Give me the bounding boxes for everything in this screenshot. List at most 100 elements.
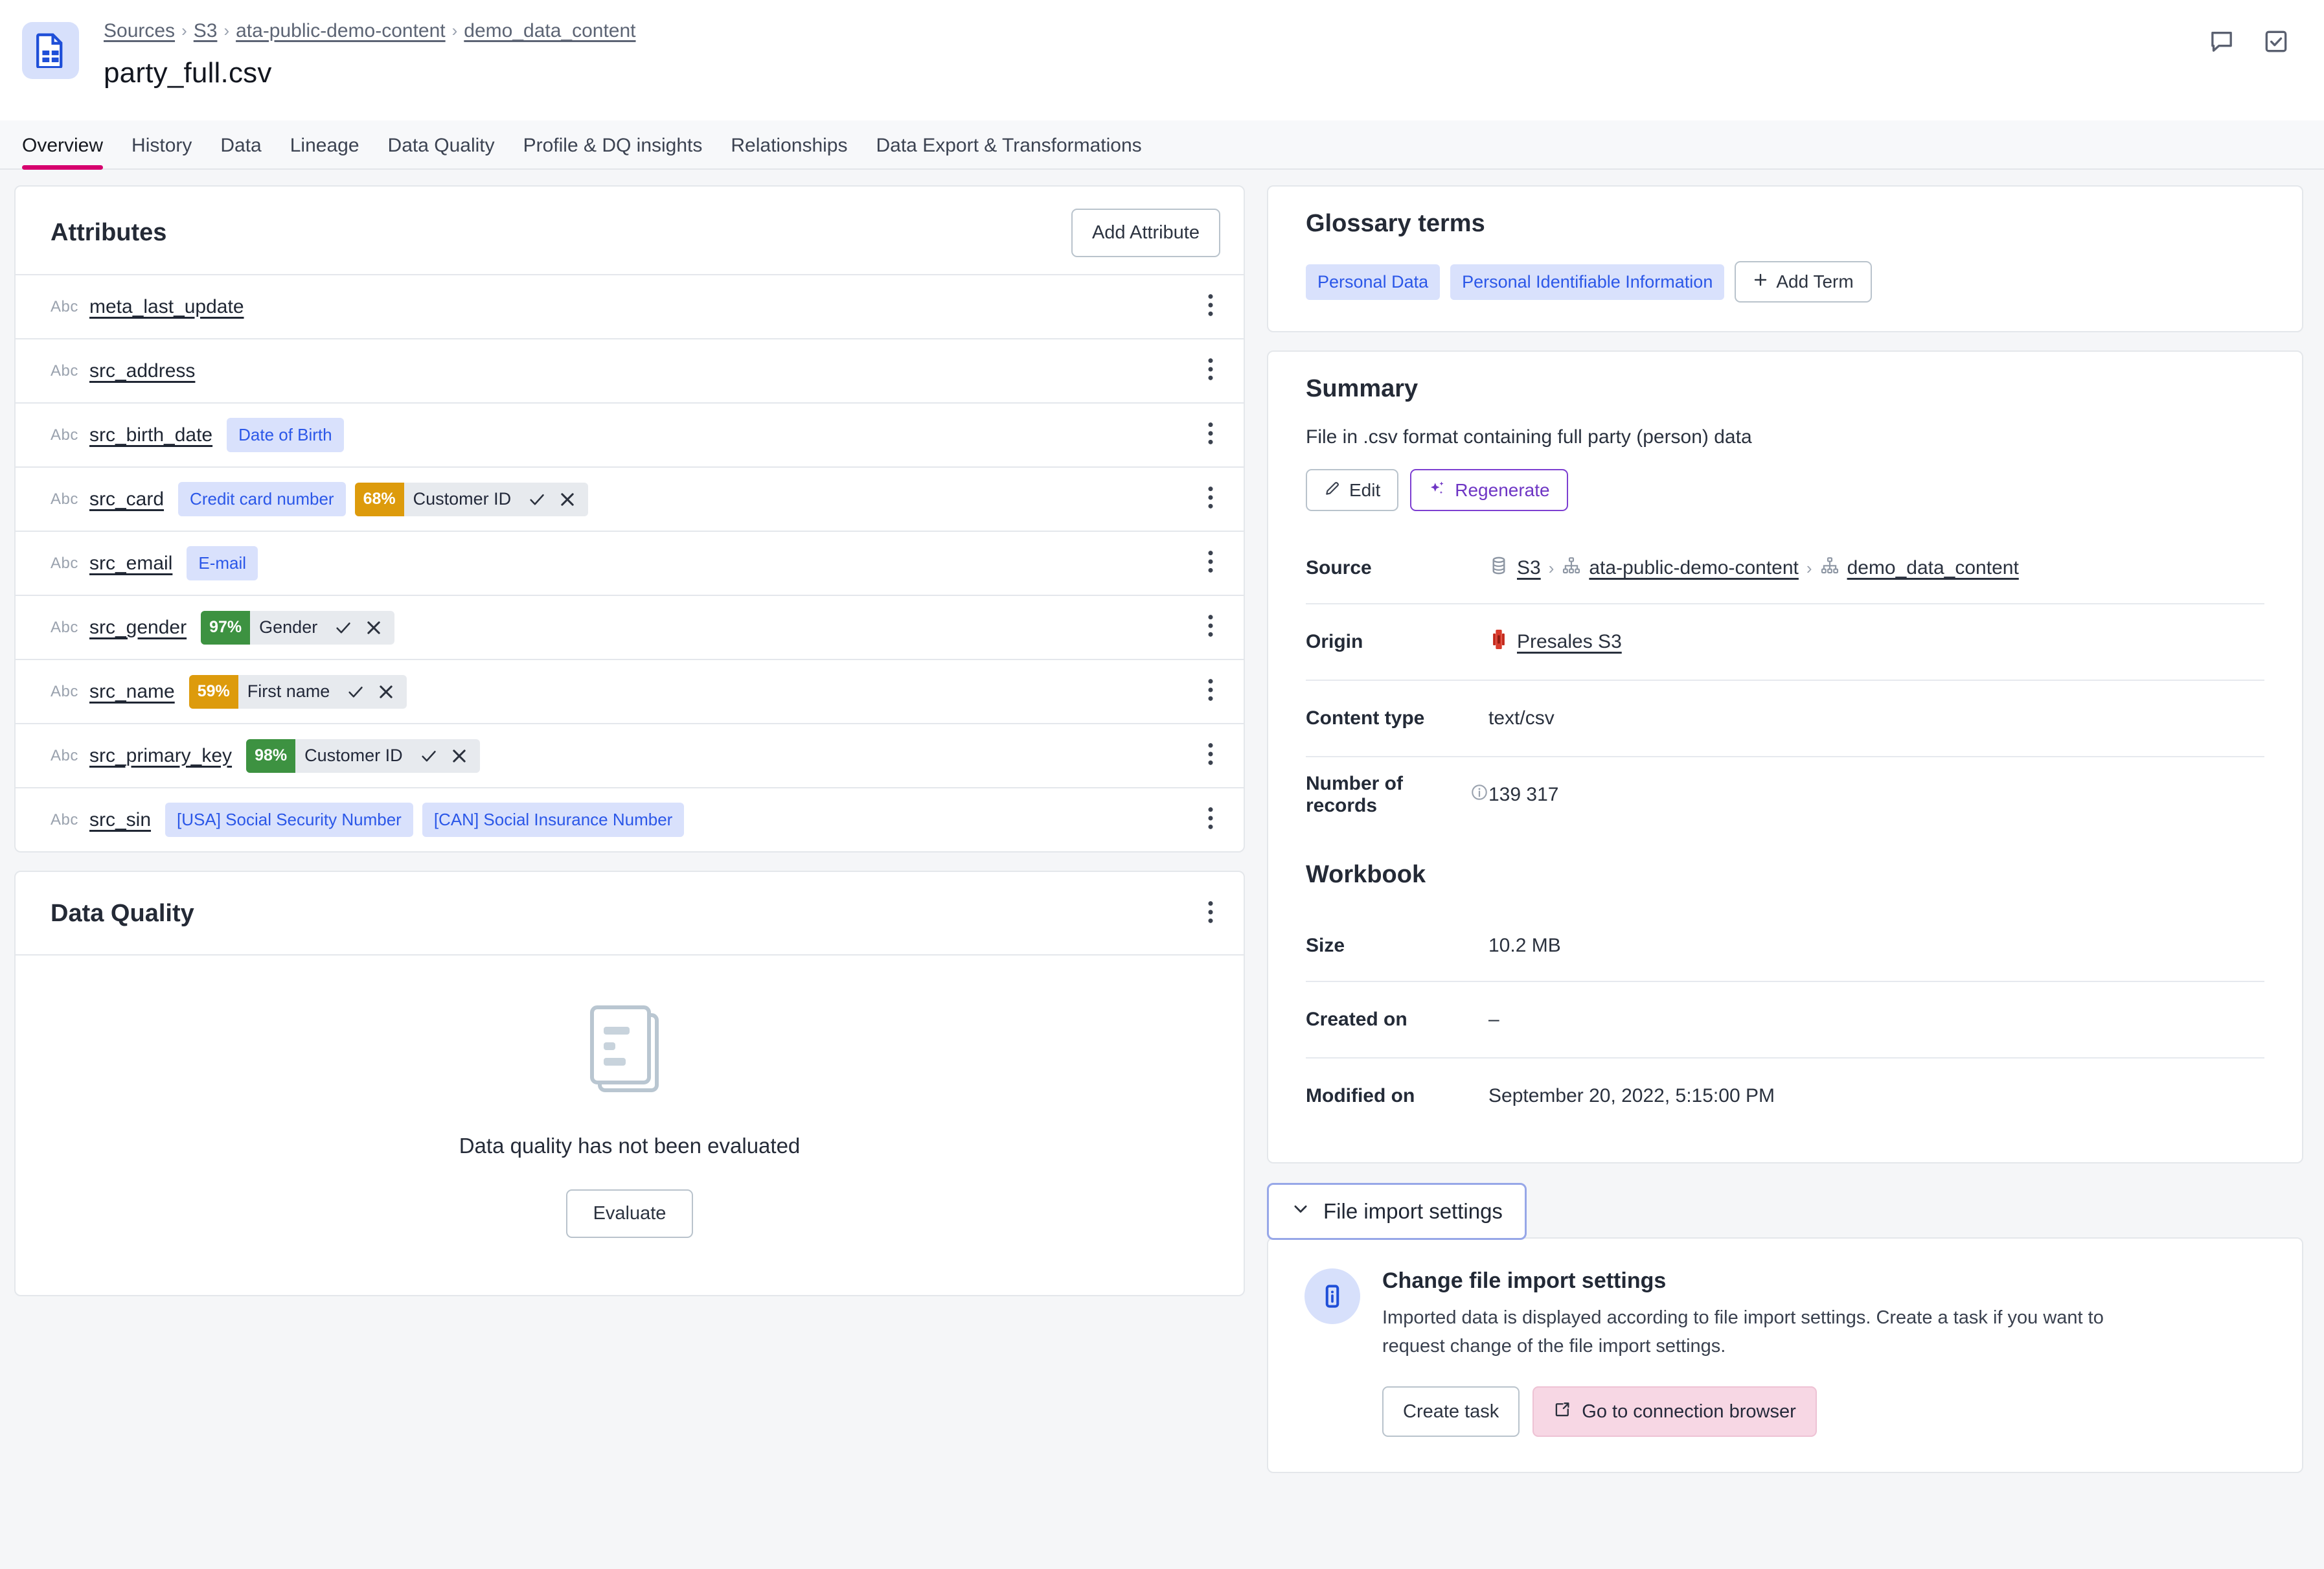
- suggestion-confidence-badge: 97%: [201, 611, 250, 645]
- file-import-settings-panel: Change file import settings Imported dat…: [1267, 1237, 2303, 1473]
- breadcrumb-item-sources[interactable]: Sources: [104, 19, 175, 43]
- attribute-row-menu-icon[interactable]: [1201, 545, 1220, 582]
- external-link-icon: [1553, 1401, 1571, 1423]
- comments-icon[interactable]: [2209, 29, 2235, 58]
- suggestion-label: First name: [238, 681, 341, 702]
- go-to-connection-browser-button[interactable]: Go to connection browser: [1532, 1386, 1816, 1437]
- tab-data[interactable]: Data: [206, 135, 275, 168]
- summary-field-source: Source S3 ›: [1306, 533, 2264, 603]
- attribute-name[interactable]: src_primary_key: [89, 745, 232, 767]
- tasks-icon[interactable]: [2263, 29, 2289, 58]
- file-import-settings-actions: Create task Go to connection browser: [1382, 1386, 2147, 1437]
- attribute-row[interactable]: Abc src_primary_key 98% Customer ID: [16, 723, 1244, 787]
- add-attribute-button[interactable]: Add Attribute: [1071, 209, 1220, 257]
- attribute-row-menu-icon[interactable]: [1201, 288, 1220, 325]
- glossary-term-chip[interactable]: [CAN] Social Insurance Number: [422, 803, 684, 837]
- suggested-term-chip[interactable]: 59% First name: [189, 675, 407, 709]
- attribute-name[interactable]: src_birth_date: [89, 424, 212, 446]
- tab-relationships[interactable]: Relationships: [716, 135, 861, 168]
- attribute-row-menu-icon[interactable]: [1201, 609, 1220, 646]
- create-task-button[interactable]: Create task: [1382, 1386, 1520, 1437]
- main-content: Attributes Add Attribute Abc meta_last_u…: [0, 170, 2324, 1569]
- suggestion-confidence-badge: 98%: [246, 739, 295, 773]
- attribute-row-menu-icon[interactable]: [1201, 673, 1220, 710]
- attribute-row[interactable]: Abc src_card Credit card number 68% Cust…: [16, 466, 1244, 531]
- database-icon: [1488, 555, 1509, 581]
- tab-data-quality[interactable]: Data Quality: [374, 135, 509, 168]
- glossary-term-chip[interactable]: [USA] Social Security Number: [165, 803, 413, 837]
- glossary-term-chip[interactable]: Date of Birth: [227, 418, 344, 452]
- suggested-term-chip[interactable]: 98% Customer ID: [246, 739, 480, 773]
- attribute-row[interactable]: Abc src_birth_date Date of Birth: [16, 402, 1244, 466]
- tab-history[interactable]: History: [117, 135, 206, 168]
- edit-summary-button[interactable]: Edit: [1306, 469, 1398, 511]
- source-path-bucket[interactable]: ata-public-demo-content: [1589, 557, 1799, 579]
- attribute-chips: [USA] Social Security Number [CAN] Socia…: [165, 803, 1201, 837]
- tab-data-export-transformations[interactable]: Data Export & Transformations: [862, 135, 1156, 168]
- attribute-name[interactable]: src_card: [89, 488, 164, 510]
- attribute-row[interactable]: Abc src_address: [16, 338, 1244, 402]
- reject-suggestion-icon[interactable]: [553, 490, 588, 509]
- attribute-row-menu-icon[interactable]: [1201, 417, 1220, 453]
- glossary-term-chip[interactable]: E-mail: [187, 546, 258, 580]
- glossary-terms-card: Glossary terms Personal Data Personal Id…: [1267, 185, 2303, 332]
- data-quality-empty-message: Data quality has not been evaluated: [459, 1134, 801, 1158]
- origin-link[interactable]: Presales S3: [1517, 631, 1622, 653]
- reject-suggestion-icon[interactable]: [371, 683, 407, 701]
- attributes-card-header: Attributes Add Attribute: [16, 187, 1244, 274]
- workbook-field-size: Size 10.2 MB: [1306, 911, 2264, 981]
- breadcrumb-item-bucket[interactable]: ata-public-demo-content: [236, 19, 446, 43]
- regenerate-summary-button[interactable]: Regenerate: [1410, 469, 1567, 511]
- suggested-term-chip[interactable]: 97% Gender: [201, 611, 394, 645]
- attribute-row-menu-icon[interactable]: [1201, 352, 1220, 389]
- attribute-name[interactable]: src_address: [89, 360, 195, 382]
- folder-tree-icon: [1562, 556, 1581, 580]
- suggestion-label: Customer ID: [295, 746, 413, 766]
- attribute-row[interactable]: Abc src_sin [USA] Social Security Number…: [16, 787, 1244, 851]
- tab-profile-dq-insights[interactable]: Profile & DQ insights: [509, 135, 717, 168]
- info-bubble-icon: [1304, 1268, 1360, 1324]
- glossary-term-chip[interactable]: Personal Data: [1306, 264, 1440, 300]
- tab-overview[interactable]: Overview: [22, 135, 117, 168]
- source-path-folder[interactable]: demo_data_content: [1847, 557, 2019, 579]
- accept-suggestion-icon[interactable]: [340, 682, 371, 702]
- attribute-row-menu-icon[interactable]: [1201, 481, 1220, 518]
- attribute-name[interactable]: src_sin: [89, 809, 151, 831]
- attribute-row-menu-icon[interactable]: [1201, 801, 1220, 838]
- workbook-field-created-on: Created on –: [1306, 981, 2264, 1057]
- accept-suggestion-icon[interactable]: [413, 746, 444, 766]
- attribute-row-menu-icon[interactable]: [1201, 737, 1220, 774]
- add-term-button[interactable]: Add Term: [1735, 261, 1871, 303]
- attribute-type-icon: Abc: [51, 747, 89, 765]
- reject-suggestion-icon[interactable]: [444, 747, 480, 765]
- page-header: Sources › S3 › ata-public-demo-content ›…: [0, 0, 2324, 120]
- attribute-type-icon: Abc: [51, 683, 89, 701]
- breadcrumb-item-s3[interactable]: S3: [194, 19, 218, 43]
- attribute-name[interactable]: src_email: [89, 553, 172, 575]
- data-quality-menu-icon[interactable]: [1201, 895, 1220, 932]
- breadcrumb-separator-icon: ›: [181, 21, 187, 41]
- reject-suggestion-icon[interactable]: [359, 619, 394, 637]
- tab-lineage[interactable]: Lineage: [276, 135, 374, 168]
- breadcrumb-separator-icon: ›: [452, 21, 458, 41]
- glossary-term-chip[interactable]: Personal Identifiable Information: [1450, 264, 1724, 300]
- accept-suggestion-icon[interactable]: [521, 490, 553, 509]
- evaluate-button[interactable]: Evaluate: [566, 1189, 694, 1238]
- breadcrumb-item-folder[interactable]: demo_data_content: [464, 19, 635, 43]
- glossary-term-chip[interactable]: Credit card number: [178, 482, 346, 516]
- accept-suggestion-icon[interactable]: [328, 618, 359, 637]
- attribute-row[interactable]: Abc src_gender 97% Gender: [16, 595, 1244, 659]
- info-icon[interactable]: [1470, 783, 1488, 807]
- attribute-row[interactable]: Abc meta_last_update: [16, 274, 1244, 338]
- suggested-term-chip[interactable]: 68% Customer ID: [355, 483, 589, 516]
- attribute-name[interactable]: src_name: [89, 681, 175, 703]
- attribute-row[interactable]: Abc src_name 59% First name: [16, 659, 1244, 723]
- attribute-row[interactable]: Abc src_email E-mail: [16, 531, 1244, 595]
- summary-field-number-of-records: Number of records 139 317: [1306, 756, 2264, 832]
- file-import-settings-toggle[interactable]: File import settings: [1267, 1183, 1527, 1240]
- attribute-name[interactable]: meta_last_update: [89, 296, 244, 318]
- attribute-chips: 59% First name: [189, 675, 1201, 709]
- source-path-s3[interactable]: S3: [1517, 557, 1541, 579]
- add-term-label: Add Term: [1776, 271, 1853, 292]
- attribute-name[interactable]: src_gender: [89, 617, 187, 639]
